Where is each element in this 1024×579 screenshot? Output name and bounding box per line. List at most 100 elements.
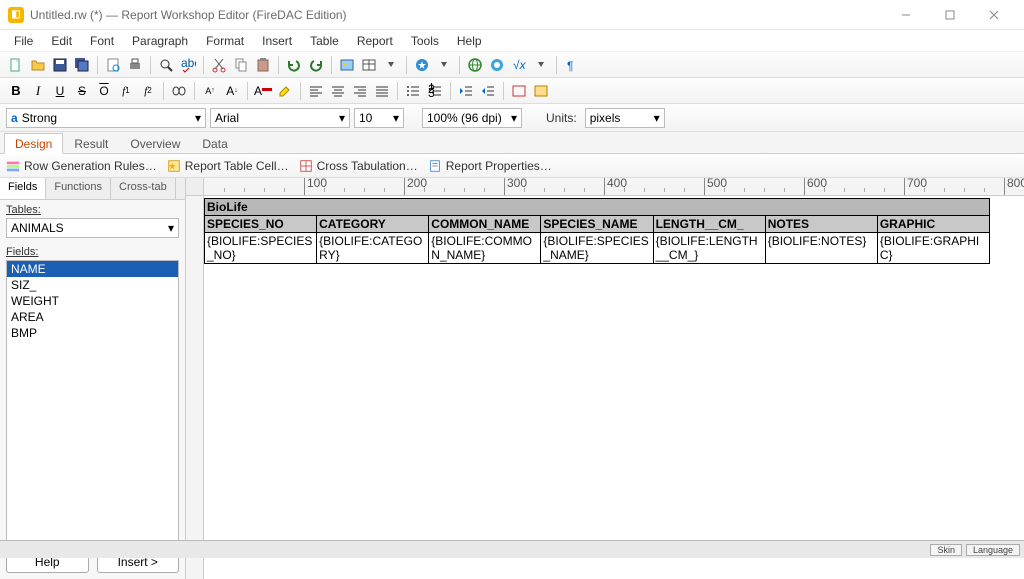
field-item[interactable]: NAME (7, 261, 178, 277)
data-cell[interactable]: {BIOLIFE:SPECIES_NAME} (541, 233, 653, 264)
units-select[interactable]: pixels▾ (585, 108, 665, 128)
data-cell[interactable]: {BIOLIFE:SPECIES_NO} (205, 233, 317, 264)
data-cell[interactable]: {BIOLIFE:LENGTH__CM_} (653, 233, 765, 264)
outdent-icon[interactable] (456, 81, 476, 101)
overline-icon[interactable]: O (94, 81, 114, 101)
column-header[interactable]: SPECIES_NO (205, 216, 317, 233)
column-header[interactable]: LENGTH__CM_ (653, 216, 765, 233)
data-cell[interactable]: {BIOLIFE:COMMON_NAME} (429, 233, 541, 264)
copy-icon[interactable] (231, 55, 251, 75)
column-header[interactable]: CATEGORY (317, 216, 429, 233)
strike-icon[interactable]: S (72, 81, 92, 101)
shading-icon[interactable] (531, 81, 551, 101)
field-item[interactable]: WEIGHT (7, 293, 178, 309)
sidebar-tab-fields[interactable]: Fields (0, 178, 46, 199)
tab-result[interactable]: Result (63, 133, 119, 153)
paragraph-style-select[interactable]: a Strong ▾ (6, 108, 206, 128)
field-item[interactable]: AREA (7, 309, 178, 325)
skin-selector[interactable]: Skin (930, 544, 962, 556)
tab-overview[interactable]: Overview (119, 133, 191, 153)
language-selector[interactable]: Language (966, 544, 1020, 556)
data-cell[interactable]: {BIOLIFE:CATEGORY} (317, 233, 429, 264)
maximize-button[interactable] (928, 1, 972, 29)
report-table-cell-button[interactable]: Report Table Cell… (167, 159, 289, 173)
minimize-button[interactable] (884, 1, 928, 29)
undo-icon[interactable] (284, 55, 304, 75)
new-icon[interactable] (6, 55, 26, 75)
superscript-icon[interactable]: f2 (138, 81, 158, 101)
menu-table[interactable]: Table (302, 32, 347, 50)
indent-icon[interactable] (478, 81, 498, 101)
menu-file[interactable]: File (6, 32, 41, 50)
align-right-icon[interactable] (350, 81, 370, 101)
cut-icon[interactable] (209, 55, 229, 75)
data-cell[interactable]: {BIOLIFE:GRAPHIC} (877, 233, 989, 264)
spellcheck-icon[interactable]: abc (178, 55, 198, 75)
image-icon[interactable] (337, 55, 357, 75)
pilcrow-icon[interactable]: ¶ (562, 55, 582, 75)
tab-data[interactable]: Data (191, 133, 238, 153)
font-family-select[interactable]: Arial▾ (210, 108, 350, 128)
menu-tools[interactable]: Tools (403, 32, 447, 50)
column-header[interactable]: SPECIES_NAME (541, 216, 653, 233)
menu-help[interactable]: Help (449, 32, 490, 50)
bullet-list-icon[interactable] (403, 81, 423, 101)
close-button[interactable] (972, 1, 1016, 29)
align-center-icon[interactable] (328, 81, 348, 101)
report-properties-button[interactable]: Report Properties… (428, 159, 552, 173)
table-icon[interactable] (359, 55, 379, 75)
tables-select[interactable]: ANIMALS▾ (6, 218, 179, 238)
save-icon[interactable] (50, 55, 70, 75)
sidebar-tab-crosstab[interactable]: Cross-tab (111, 178, 176, 199)
paste-icon[interactable] (253, 55, 273, 75)
menu-paragraph[interactable]: Paragraph (124, 32, 196, 50)
italic-icon[interactable]: I (28, 81, 48, 101)
insert-symbol-icon[interactable] (169, 81, 189, 101)
cross-tabulation-button[interactable]: Cross Tabulation… (299, 159, 418, 173)
fields-list[interactable]: NAME SIZ_ WEIGHT AREA BMP (6, 260, 179, 545)
table-dropdown-icon[interactable] (381, 55, 401, 75)
underline-icon[interactable]: U (50, 81, 70, 101)
menu-edit[interactable]: Edit (43, 32, 80, 50)
print-icon[interactable] (125, 55, 145, 75)
print-preview-icon[interactable] (103, 55, 123, 75)
subscript-icon[interactable]: f1 (116, 81, 136, 101)
redo-icon[interactable] (306, 55, 326, 75)
tab-design[interactable]: Design (4, 133, 63, 154)
align-justify-icon[interactable] (372, 81, 392, 101)
align-left-icon[interactable] (306, 81, 326, 101)
sidebar-tab-functions[interactable]: Functions (46, 178, 111, 199)
save-all-icon[interactable] (72, 55, 92, 75)
data-cell[interactable]: {BIOLIFE:NOTES} (765, 233, 877, 264)
design-canvas[interactable]: 100200300400500600700800 BioLife SPECIES… (186, 178, 1024, 579)
font-shrink-icon[interactable]: A↓ (222, 81, 242, 101)
field-item[interactable]: BMP (7, 325, 178, 341)
highlight-icon[interactable] (275, 81, 295, 101)
menu-font[interactable]: Font (82, 32, 122, 50)
hyperlink-icon[interactable] (465, 55, 485, 75)
find-icon[interactable] (156, 55, 176, 75)
anchor-icon[interactable] (487, 55, 507, 75)
bookmark-icon[interactable] (412, 55, 432, 75)
font-color-icon[interactable]: A (253, 81, 273, 101)
formula-dropdown-icon[interactable] (531, 55, 551, 75)
formula-icon[interactable]: √x (509, 55, 529, 75)
font-size-select[interactable]: 10▾ (354, 108, 404, 128)
zoom-select[interactable]: 100% (96 dpi)▾ (422, 108, 522, 128)
open-icon[interactable] (28, 55, 48, 75)
report-page[interactable]: BioLife SPECIES_NO CATEGORY COMMON_NAME … (204, 198, 1020, 264)
menu-insert[interactable]: Insert (254, 32, 300, 50)
row-generation-rules-button[interactable]: Row Generation Rules… (6, 159, 157, 173)
column-header[interactable]: GRAPHIC (877, 216, 989, 233)
column-header[interactable]: NOTES (765, 216, 877, 233)
bold-icon[interactable]: B (6, 81, 26, 101)
report-table[interactable]: BioLife SPECIES_NO CATEGORY COMMON_NAME … (204, 198, 990, 264)
field-item[interactable]: SIZ_ (7, 277, 178, 293)
report-title-cell[interactable]: BioLife (205, 199, 990, 216)
bookmark-dropdown-icon[interactable] (434, 55, 454, 75)
column-header[interactable]: COMMON_NAME (429, 216, 541, 233)
menu-format[interactable]: Format (198, 32, 252, 50)
menu-report[interactable]: Report (349, 32, 401, 50)
font-grow-icon[interactable]: A↑ (200, 81, 220, 101)
borders-icon[interactable] (509, 81, 529, 101)
